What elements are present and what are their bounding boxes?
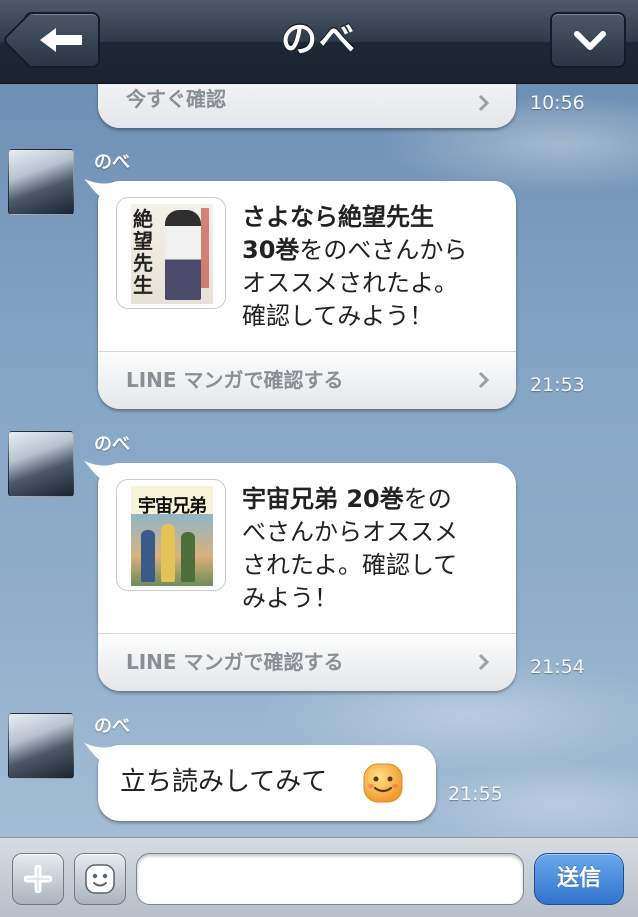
bubble-tail — [84, 179, 110, 201]
message-time: 21:54 — [530, 656, 585, 678]
sender-name: のべ — [94, 152, 130, 173]
message-input-bar: 送信 — [0, 837, 638, 917]
plus-icon — [24, 865, 52, 893]
sender-name: のべ — [94, 434, 130, 455]
manga-cover-image[interactable]: 宇宙兄弟 — [116, 479, 226, 591]
check-now-link: 今すぐ確認 — [126, 87, 226, 111]
smiley-icon — [85, 864, 115, 894]
chevron-right-icon — [478, 371, 490, 389]
cover-title: 宇宙兄弟 — [138, 496, 207, 517]
open-line-manga-link[interactable]: LINE マンガで確認する — [98, 633, 516, 691]
send-button[interactable]: 送信 — [534, 853, 624, 905]
message-time: 21:53 — [530, 374, 585, 396]
sticker-button[interactable] — [74, 853, 126, 905]
message-time: 10:56 — [530, 92, 585, 114]
message-bubble[interactable]: 今すぐ確認 — [98, 84, 516, 128]
bubble-tail — [84, 743, 110, 765]
message-time: 21:55 — [448, 783, 503, 805]
avatar[interactable] — [8, 713, 74, 779]
menu-dropdown-button[interactable] — [550, 12, 626, 68]
add-button[interactable] — [12, 853, 64, 905]
chat-title: のべ — [280, 19, 357, 60]
message-input[interactable] — [136, 853, 524, 905]
footer-link-label: LINE マンガで確認する — [126, 650, 344, 674]
chevron-down-icon — [574, 31, 606, 50]
open-line-manga-link[interactable]: LINE マンガで確認する — [98, 351, 516, 409]
bubble-tail — [84, 461, 110, 483]
manga-cover-image[interactable]: 絶望先生 — [116, 197, 226, 309]
nav-bar: のべ — [0, 0, 638, 84]
footer-link-label: LINE マンガで確認する — [126, 368, 344, 392]
avatar[interactable] — [8, 431, 74, 497]
message-text: 立ち読みしてみて — [120, 767, 328, 797]
avatar[interactable] — [8, 149, 74, 215]
message-bubble[interactable]: 絶望先生 さよなら絶望先生 30巻をのべさんから オススメされたよ。 確認してみ… — [84, 179, 516, 409]
smile-emoji-icon — [363, 763, 403, 803]
chevron-right-icon — [478, 94, 490, 112]
message-text: 宇宙兄弟 20巻をの べさんからオススメ されたよ。確認して みよう！ — [242, 485, 458, 612]
cover-title: 絶望先生 — [133, 207, 153, 297]
message-bubble[interactable]: 立ち読みしてみて — [84, 743, 436, 821]
chevron-right-icon — [478, 653, 490, 671]
message-bubble[interactable]: 宇宙兄弟 宇宙兄弟 20巻をの べさんからオススメ されたよ。確認して みよう！… — [84, 461, 516, 691]
sender-name: のべ — [94, 716, 130, 737]
bubble-footer-link[interactable]: 今すぐ確認 — [98, 84, 516, 128]
chat-area[interactable]: 今すぐ確認 10:56 のべ 絶望先生 さよなら絶望先生 30巻をのべさんから … — [0, 84, 638, 837]
message-text: さよなら絶望先生 30巻をのべさんから オススメされたよ。 確認してみよう！ — [242, 203, 468, 330]
